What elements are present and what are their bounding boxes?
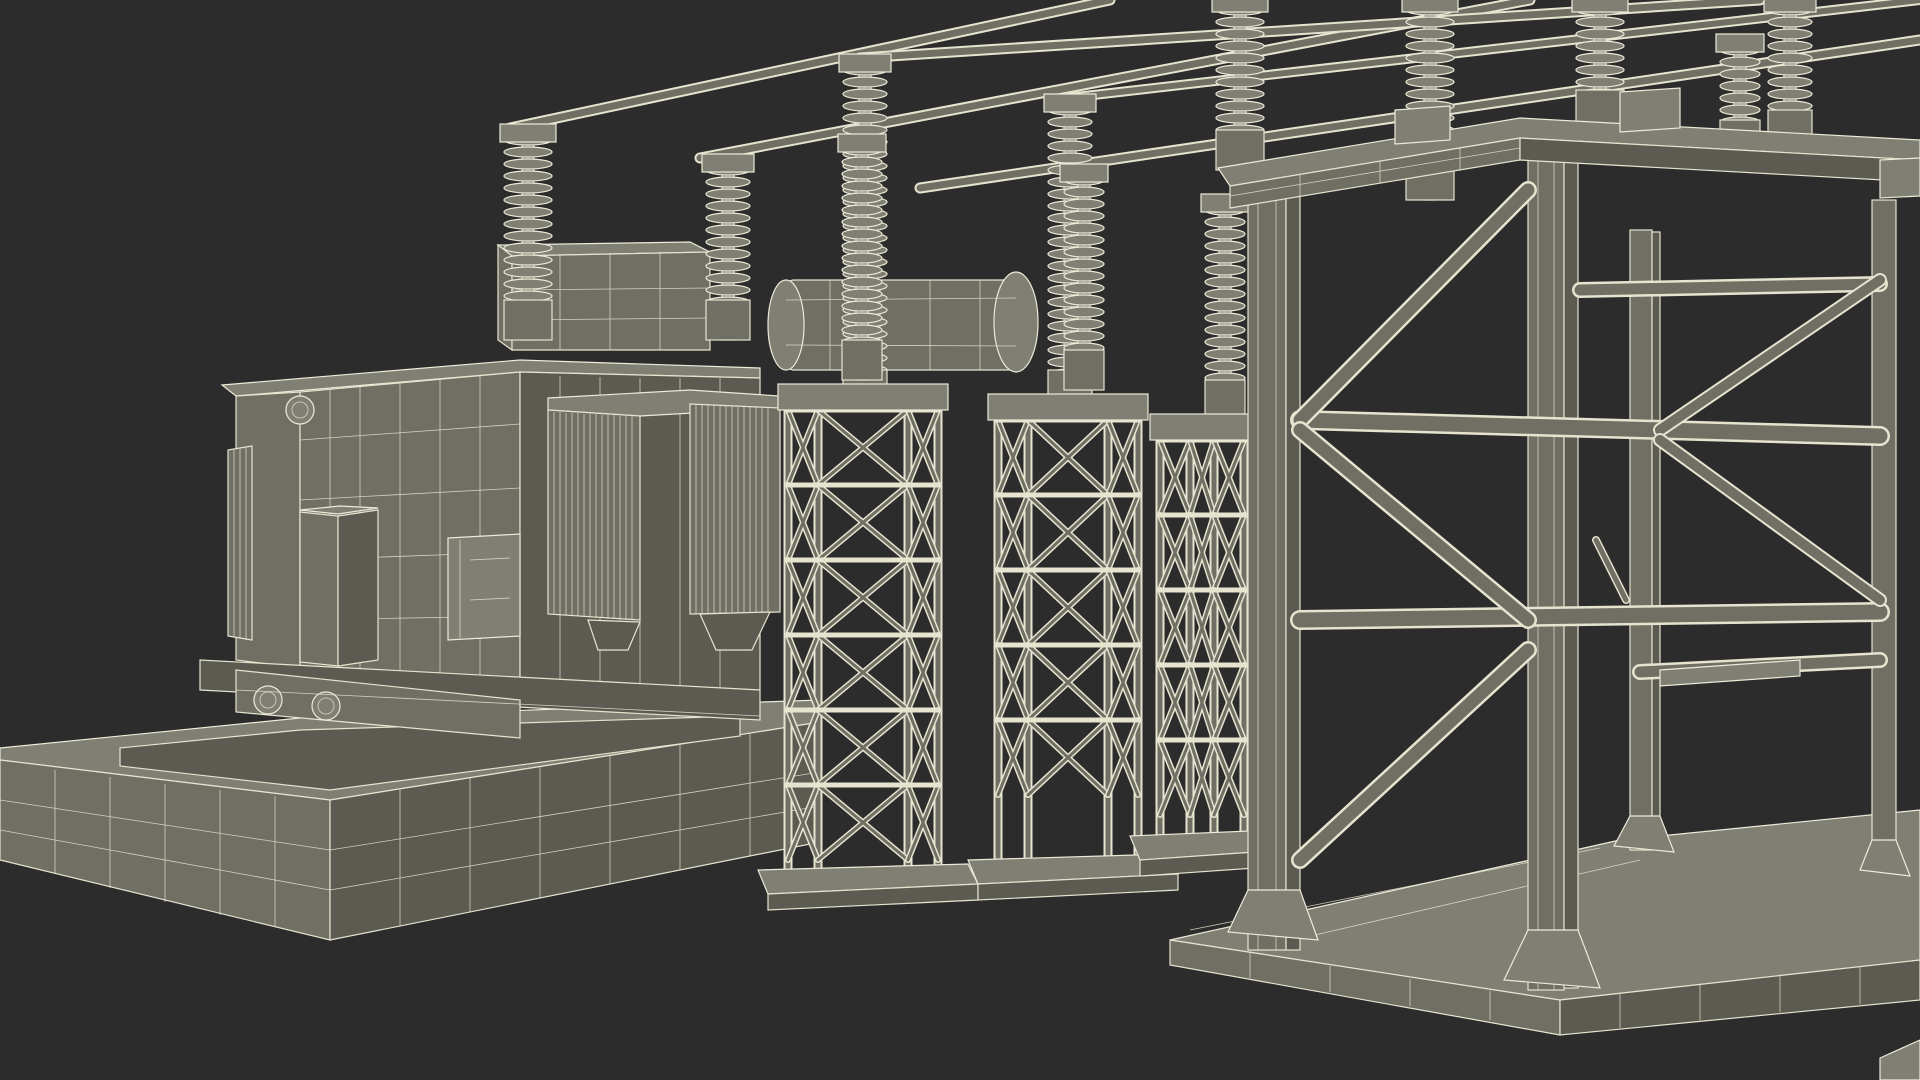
substation-wireframe-render: [0, 0, 1920, 1080]
insulator-bushing: [1211, 0, 1269, 171]
conservator-drum: [767, 271, 1039, 373]
insulator-bushing: [837, 133, 887, 381]
